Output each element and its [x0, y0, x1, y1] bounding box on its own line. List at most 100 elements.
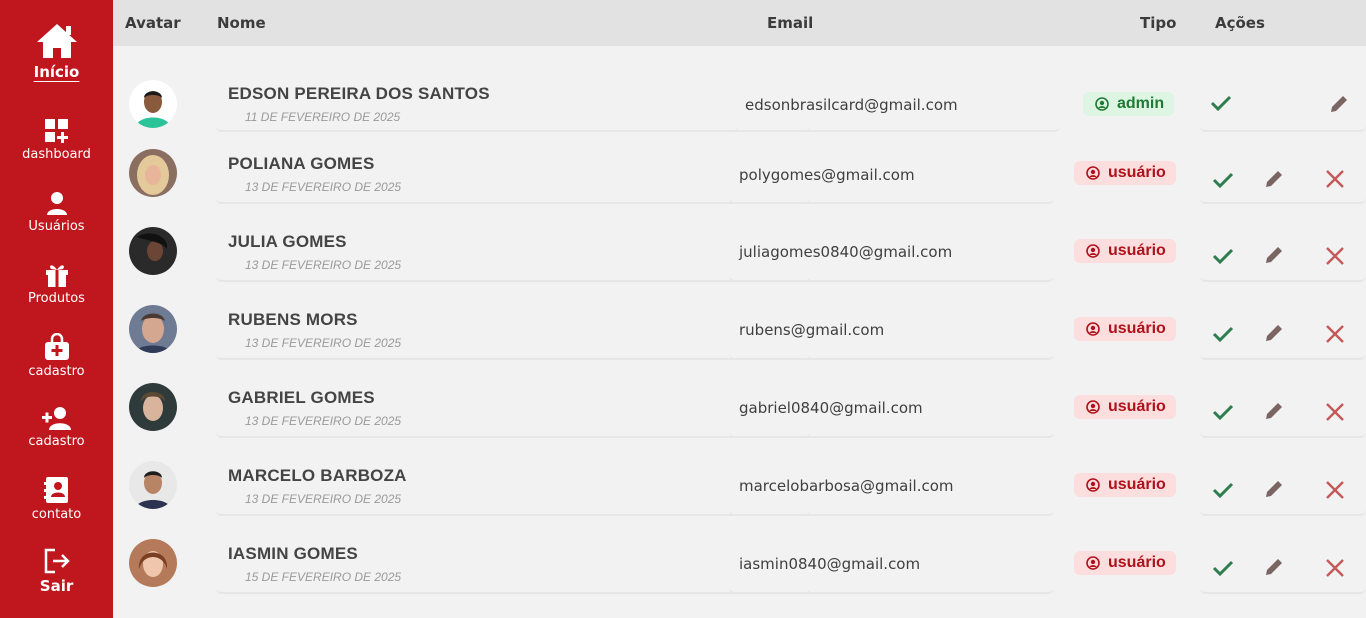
sidebar-item-label: dashboard: [22, 147, 91, 162]
edit-icon[interactable]: [1263, 556, 1285, 578]
status-badge-label: usuário: [1108, 398, 1166, 415]
user-circle-icon: [1086, 400, 1100, 414]
edit-icon[interactable]: [1328, 93, 1350, 115]
user-circle-icon: [1086, 556, 1100, 570]
sidebar-item-sair[interactable]: Sair: [0, 548, 113, 595]
sidebar-item-cadastro-usuario[interactable]: cadastro: [0, 405, 113, 449]
user-circle-icon: [1086, 166, 1100, 180]
delete-icon[interactable]: [1325, 558, 1345, 578]
avatar: [129, 539, 177, 587]
bag-plus-icon: [44, 333, 69, 360]
sidebar-item-inicio[interactable]: Início: [0, 22, 113, 81]
sidebar-item-usuarios[interactable]: Usuários: [0, 190, 113, 234]
name-card: JULIA GOMES 13 DE FEVEREIRO DE 2025: [216, 218, 811, 282]
email-card: gabriel0840@gmail.com: [729, 374, 1054, 438]
table-row: RUBENS MORS 13 DE FEVEREIRO DE 2025 rube…: [113, 296, 1366, 366]
actions-card: [1200, 140, 1366, 204]
table-row: MARCELO BARBOZA 13 DE FEVEREIRO DE 2025 …: [113, 452, 1366, 522]
table-row: POLIANA GOMES 13 DE FEVEREIRO DE 2025 po…: [113, 140, 1366, 210]
delete-icon[interactable]: [1325, 480, 1345, 500]
user-circle-icon: [1086, 244, 1100, 258]
user-email: marcelobarbosa@gmail.com: [739, 477, 954, 495]
table-row: EDSON PEREIRA DOS SANTOS 11 DE FEVEREIRO…: [113, 68, 1366, 138]
avatar: [129, 383, 177, 431]
email-card: iasmin0840@gmail.com: [729, 530, 1054, 594]
sidebar-item-label: cadastro: [28, 364, 85, 379]
user-name: IASMIN GOMES: [228, 544, 358, 563]
edit-icon[interactable]: [1263, 478, 1285, 500]
dashboard-icon: [44, 119, 68, 143]
sidebar-item-label: Produtos: [28, 291, 85, 306]
edit-icon[interactable]: [1263, 244, 1285, 266]
sidebar-item-cadastro-produto[interactable]: cadastro: [0, 333, 113, 379]
table-row: GABRIEL GOMES 13 DE FEVEREIRO DE 2025 ga…: [113, 374, 1366, 444]
actions-card: [1200, 374, 1366, 438]
header-tipo: Tipo: [1140, 14, 1177, 32]
status-badge: admin: [1083, 92, 1175, 116]
name-card: RUBENS MORS 13 DE FEVEREIRO DE 2025: [216, 296, 811, 360]
actions-card: [1200, 68, 1366, 132]
name-card: EDSON PEREIRA DOS SANTOS 11 DE FEVEREIRO…: [216, 68, 811, 132]
sidebar-item-label: Sair: [39, 577, 74, 595]
home-icon: [36, 24, 77, 58]
status-badge: usuário: [1074, 473, 1176, 497]
edit-icon[interactable]: [1263, 322, 1285, 344]
status-badge: usuário: [1074, 239, 1176, 263]
delete-icon[interactable]: [1325, 324, 1345, 344]
user-email: edsonbrasilcard@gmail.com: [745, 96, 958, 114]
status-badge-label: usuário: [1108, 554, 1166, 571]
avatar: [129, 305, 177, 353]
check-icon[interactable]: [1212, 481, 1234, 499]
check-icon[interactable]: [1212, 247, 1234, 265]
table-row: IASMIN GOMES 15 DE FEVEREIRO DE 2025 ias…: [113, 530, 1366, 600]
name-card: GABRIEL GOMES 13 DE FEVEREIRO DE 2025: [216, 374, 811, 438]
sidebar-item-label: cadastro: [28, 434, 85, 449]
table-header: Avatar Nome Email Tipo Ações: [113, 0, 1366, 46]
edit-icon[interactable]: [1263, 400, 1285, 422]
user-email: gabriel0840@gmail.com: [739, 399, 923, 417]
status-badge-label: admin: [1117, 95, 1165, 112]
actions-card: [1200, 218, 1366, 282]
sidebar-item-contato[interactable]: contato: [0, 476, 113, 522]
check-icon[interactable]: [1212, 559, 1234, 577]
sidebar-item-dashboard[interactable]: dashboard: [0, 118, 113, 162]
user-date: 13 DE FEVEREIRO DE 2025: [245, 258, 402, 272]
user-date: 13 DE FEVEREIRO DE 2025: [245, 180, 402, 194]
user-date: 13 DE FEVEREIRO DE 2025: [245, 492, 402, 506]
user-email: polygomes@gmail.com: [739, 166, 915, 184]
status-badge: usuário: [1074, 161, 1176, 185]
actions-card: [1200, 296, 1366, 360]
actions-card: [1200, 530, 1366, 594]
edit-icon[interactable]: [1263, 168, 1285, 190]
check-icon[interactable]: [1212, 325, 1234, 343]
status-badge-label: usuário: [1108, 164, 1166, 181]
email-card: polygomes@gmail.com: [729, 140, 1054, 204]
header-acoes: Ações: [1215, 14, 1265, 32]
actions-card: [1200, 452, 1366, 516]
delete-icon[interactable]: [1325, 169, 1345, 189]
avatar: [129, 80, 177, 128]
check-icon[interactable]: [1210, 94, 1232, 112]
status-badge-label: usuário: [1108, 476, 1166, 493]
user-date: 13 DE FEVEREIRO DE 2025: [245, 414, 402, 428]
email-card: juliagomes0840@gmail.com: [729, 218, 1054, 282]
user-icon: [46, 192, 67, 215]
check-icon[interactable]: [1212, 171, 1234, 189]
check-icon[interactable]: [1212, 403, 1234, 421]
gift-icon: [45, 265, 68, 287]
user-email: iasmin0840@gmail.com: [739, 555, 921, 573]
user-email: rubens@gmail.com: [739, 321, 885, 339]
user-name: MARCELO BARBOZA: [228, 466, 407, 485]
email-card: edsonbrasilcard@gmail.com: [735, 68, 1060, 132]
avatar: [129, 227, 177, 275]
sidebar-item-produtos[interactable]: Produtos: [0, 262, 113, 306]
logout-icon: [44, 548, 70, 574]
header-nome: Nome: [217, 14, 266, 32]
delete-icon[interactable]: [1325, 402, 1345, 422]
contact-book-icon: [43, 477, 68, 503]
user-name: EDSON PEREIRA DOS SANTOS: [228, 84, 490, 103]
email-card: marcelobarbosa@gmail.com: [729, 452, 1054, 516]
user-name: POLIANA GOMES: [228, 154, 375, 173]
name-card: MARCELO BARBOZA 13 DE FEVEREIRO DE 2025: [216, 452, 811, 516]
delete-icon[interactable]: [1325, 246, 1345, 266]
